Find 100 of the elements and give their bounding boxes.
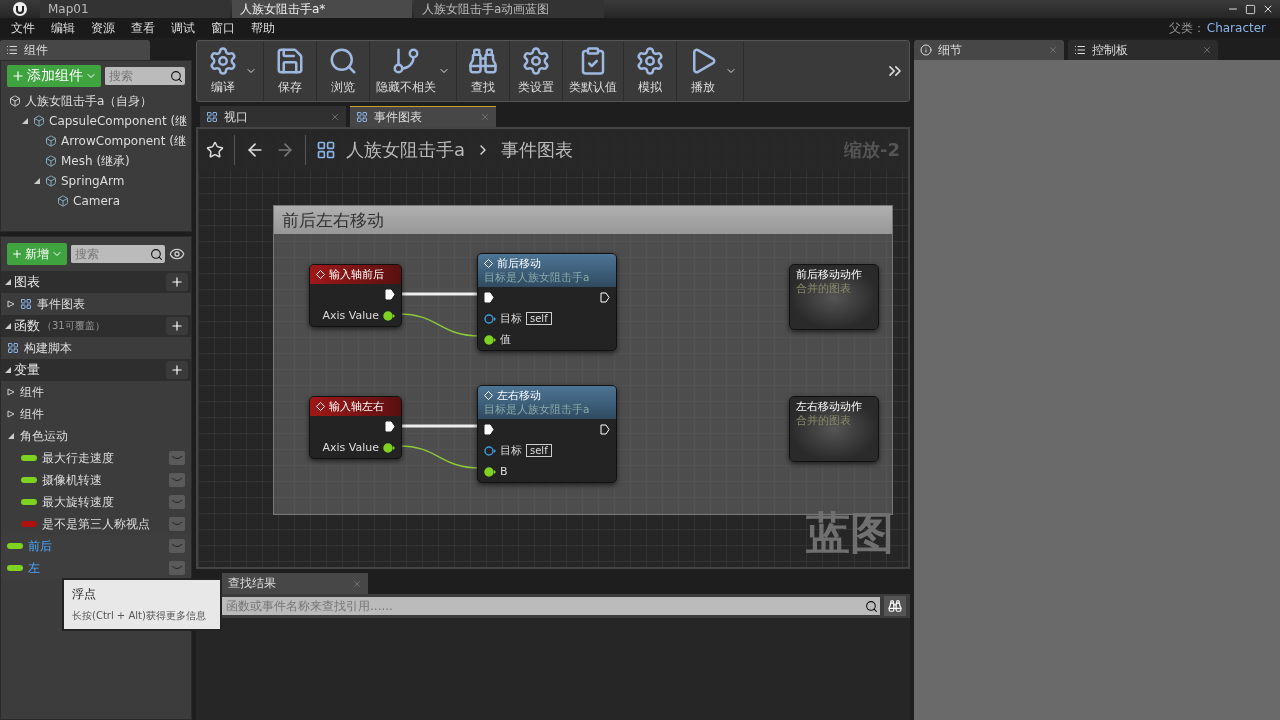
variable-item[interactable]: 最大行走速度	[1, 447, 191, 469]
variable-item[interactable]: 最大旋转速度	[1, 491, 191, 513]
node-subtitle: 合并的图表	[796, 414, 852, 428]
document-tab[interactable]: Map01	[40, 0, 230, 18]
binoculars-button[interactable]	[884, 596, 906, 616]
expanded-triangle-icon[interactable]	[4, 366, 12, 374]
event-node[interactable]: 输入轴左右 Axis Value	[309, 396, 402, 459]
component-tree-item[interactable]: Camera	[1, 191, 191, 211]
component-tree-item[interactable]: Mesh (继承)	[1, 151, 191, 171]
expanded-triangle-icon[interactable]	[21, 117, 29, 125]
event-node[interactable]: 输入轴前后 Axis Value	[309, 264, 402, 327]
variable-category[interactable]: 角色运动	[1, 425, 191, 447]
menu-item[interactable]: 帮助	[244, 19, 282, 37]
visibility-toggle-icon[interactable]	[169, 561, 185, 575]
toolbar-button[interactable]: 查找	[457, 41, 510, 101]
expanded-triangle-icon[interactable]	[7, 432, 15, 440]
component-icon	[57, 195, 69, 207]
collapsed-triangle-icon[interactable]	[7, 300, 15, 308]
exec-pin[interactable]	[385, 421, 395, 432]
gear-icon	[521, 46, 551, 76]
toolbar-button[interactable]: 隐藏不相关	[370, 41, 457, 101]
panel-tab[interactable]: 控制板	[1068, 40, 1218, 60]
engine-logo-icon	[12, 1, 28, 17]
expanded-triangle-icon[interactable]	[4, 278, 12, 286]
add-button[interactable]	[166, 317, 188, 335]
toolbar-button[interactable]: 播放	[677, 41, 744, 101]
panel-tab[interactable]: 细节	[914, 40, 1064, 60]
exec-pin[interactable]	[484, 292, 494, 303]
graph-item[interactable]: 构建脚本	[1, 337, 191, 359]
visibility-toggle-icon[interactable]	[169, 539, 185, 553]
expanded-triangle-icon[interactable]	[33, 177, 41, 185]
component-tree-item[interactable]: SpringArm	[1, 171, 191, 191]
visibility-toggle-icon[interactable]	[169, 495, 185, 509]
breadcrumb-item[interactable]: 事件图表	[501, 138, 574, 162]
document-tab[interactable]: 人族女阻击手a动画蓝图	[414, 0, 604, 18]
list-icon	[1074, 44, 1086, 56]
menu-item[interactable]: 调试	[164, 19, 202, 37]
maximize-icon[interactable]	[1245, 3, 1256, 15]
search-field[interactable]: 搜索	[71, 245, 165, 263]
variable-item[interactable]: 摄像机转速	[1, 469, 191, 491]
plus-icon	[170, 319, 184, 333]
toolbar-button[interactable]: 浏览	[317, 41, 370, 101]
menu-item[interactable]: 窗口	[204, 19, 242, 37]
visibility-toggle-icon[interactable]	[169, 473, 185, 487]
collapsed-node[interactable]: 前后移动动作 合并的图表	[789, 264, 879, 330]
exec-pin[interactable]	[484, 424, 494, 435]
data-pin-icon[interactable]	[484, 313, 496, 324]
component-icon	[9, 95, 21, 107]
graph-item[interactable]: 事件图表	[1, 293, 191, 315]
search-field[interactable]: 搜索	[105, 67, 185, 85]
panel-tab[interactable]: 查找结果	[222, 573, 368, 594]
toolbar-button[interactable]: 类设置	[510, 41, 563, 101]
close-icon[interactable]	[1262, 3, 1274, 15]
toolbar-button[interactable]: 模拟	[624, 41, 677, 101]
editor-tab[interactable]: 视口	[200, 106, 346, 127]
add-button[interactable]	[166, 361, 188, 379]
exec-out-pin[interactable]	[600, 292, 610, 303]
menu-item[interactable]: 文件	[4, 19, 42, 37]
data-pin-icon[interactable]	[383, 310, 395, 321]
collapsed-node[interactable]: 左右移动动作 合并的图表	[789, 396, 879, 462]
function-node[interactable]: 前后移动 目标是人族女阻击手a 目标 self 值	[477, 253, 617, 351]
parent-class-link[interactable]: Character	[1206, 21, 1266, 35]
menu-item[interactable]: 资源	[84, 19, 122, 37]
expanded-triangle-icon[interactable]	[4, 322, 12, 330]
toolbar-button[interactable]: 编译	[197, 41, 264, 101]
data-pin-icon[interactable]	[484, 334, 496, 345]
variable-category[interactable]: 组件	[1, 381, 191, 403]
toolbar-button[interactable]: 保存	[264, 41, 317, 101]
graph-icon	[7, 342, 19, 354]
panel-tab[interactable]: 组件	[0, 40, 150, 60]
data-pin-icon[interactable]	[383, 442, 395, 453]
menu-item[interactable]: 编辑	[44, 19, 82, 37]
comment-box[interactable]: 前后左右移动 输入轴前后 Axis Value 前后移动 目标是人族女阻击手a 目标 self 值 前后移动动作 合并的图表 输入轴左右 Axis Value 左右移动 目标是人族女阻击手a 目标 self B 左右移动动作 合并的图表	[273, 205, 893, 515]
editor-tab[interactable]: 事件图表	[350, 106, 496, 127]
collapsed-triangle-icon[interactable]	[7, 410, 15, 418]
exec-pin[interactable]	[385, 289, 395, 300]
visibility-toggle-icon[interactable]	[169, 517, 185, 531]
diamond-icon	[484, 259, 493, 268]
component-tree-item[interactable]: 人族女阻击手a（自身）	[1, 91, 191, 111]
visibility-toggle-icon[interactable]	[169, 451, 185, 465]
add-button[interactable]	[166, 273, 188, 291]
node-title: 左右移动动作	[796, 399, 863, 414]
tooltip-hint: 长按(Ctrl + Alt)获得更多信息	[72, 609, 207, 623]
data-pin-icon[interactable]	[484, 466, 496, 477]
component-tree-item[interactable]: ArrowComponent (继	[1, 131, 191, 151]
breadcrumb-item[interactable]: 人族女阻击手a	[346, 138, 466, 162]
variable-category[interactable]: 组件	[1, 403, 191, 425]
eye-icon[interactable]	[169, 246, 185, 262]
collapsed-triangle-icon[interactable]	[7, 388, 15, 396]
exec-out-pin[interactable]	[600, 424, 610, 435]
component-tree-item[interactable]: CapsuleComponent (继	[1, 111, 191, 131]
star-icon[interactable]	[206, 141, 224, 159]
variable-name: 摄像机转速	[42, 471, 102, 489]
function-node[interactable]: 左右移动 目标是人族女阻击手a 目标 self B	[477, 385, 617, 483]
document-tab[interactable]: 人族女阻击手a*	[232, 0, 412, 18]
toolbar-button[interactable]: 类默认值	[563, 41, 624, 101]
menu-item[interactable]: 查看	[124, 19, 162, 37]
data-pin-icon[interactable]	[484, 445, 496, 456]
search-icon	[170, 69, 183, 83]
variable-item[interactable]: 是不是第三人称视点	[1, 513, 191, 535]
